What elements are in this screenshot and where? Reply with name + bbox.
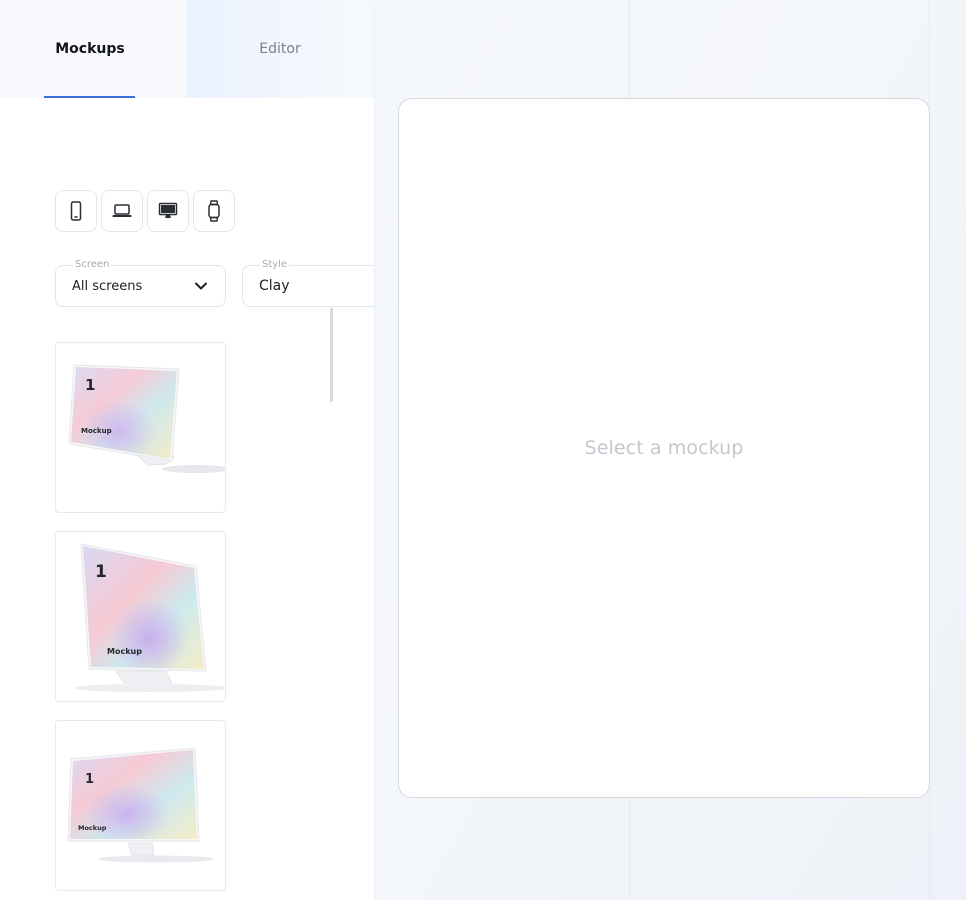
- desktop-icon: [158, 202, 178, 218]
- screen-select-value: All screens: [72, 279, 143, 294]
- mockup-preview-image: 1 Mockup: [67, 747, 214, 863]
- mockup-preview-image: 1 Mockup: [73, 543, 225, 692]
- mockup-screen-number: 1: [85, 772, 94, 787]
- active-tab-indicator: [44, 96, 135, 98]
- mockup-thumbnail[interactable]: 1 Mockup: [55, 342, 226, 513]
- mockup-preview-image: 1 Mockup: [68, 364, 225, 473]
- tab-editor[interactable]: Editor: [186, 0, 374, 98]
- style-select[interactable]: Style Clay: [242, 259, 374, 307]
- style-select-label: Style: [260, 259, 290, 271]
- preview-empty-message: Select a mockup: [584, 437, 744, 459]
- mockup-caption: Mockup: [107, 647, 142, 656]
- mockup-preview-canvas[interactable]: Select a mockup: [398, 98, 930, 798]
- scrollbar-thumb[interactable]: [330, 308, 333, 402]
- mockup-screen-number: 1: [95, 562, 107, 582]
- panel-tabs: Mockups Editor: [0, 0, 374, 98]
- phone-filter-button[interactable]: [55, 190, 97, 232]
- mockup-thumbnail[interactable]: 1 Mockup: [55, 531, 226, 702]
- app-window: Mockups Editor Screen All screens Style …: [0, 0, 966, 900]
- mockups-panel: Mockups Editor Screen All screens Style …: [0, 0, 374, 900]
- watch-icon: [208, 200, 220, 222]
- mockup-caption: Mockup: [78, 824, 107, 832]
- tab-editor-label: Editor: [259, 41, 301, 57]
- desktop-filter-button[interactable]: [147, 190, 189, 232]
- watch-filter-button[interactable]: [193, 190, 235, 232]
- phone-icon: [70, 201, 82, 221]
- laptop-icon: [112, 204, 132, 217]
- mockup-screen-number: 1: [85, 376, 95, 394]
- mockup-thumbnail[interactable]: 1 Mockup: [55, 720, 226, 891]
- style-select-value: Clay: [259, 278, 290, 294]
- tab-mockups-label: Mockups: [55, 41, 125, 57]
- chevron-down-icon: [195, 282, 207, 290]
- screen-select-label: Screen: [73, 259, 112, 271]
- device-filter-group: [55, 190, 235, 232]
- mockup-caption: Mockup: [81, 427, 112, 435]
- laptop-filter-button[interactable]: [101, 190, 143, 232]
- tab-mockups[interactable]: Mockups: [0, 0, 186, 98]
- screen-select[interactable]: Screen All screens: [55, 259, 226, 307]
